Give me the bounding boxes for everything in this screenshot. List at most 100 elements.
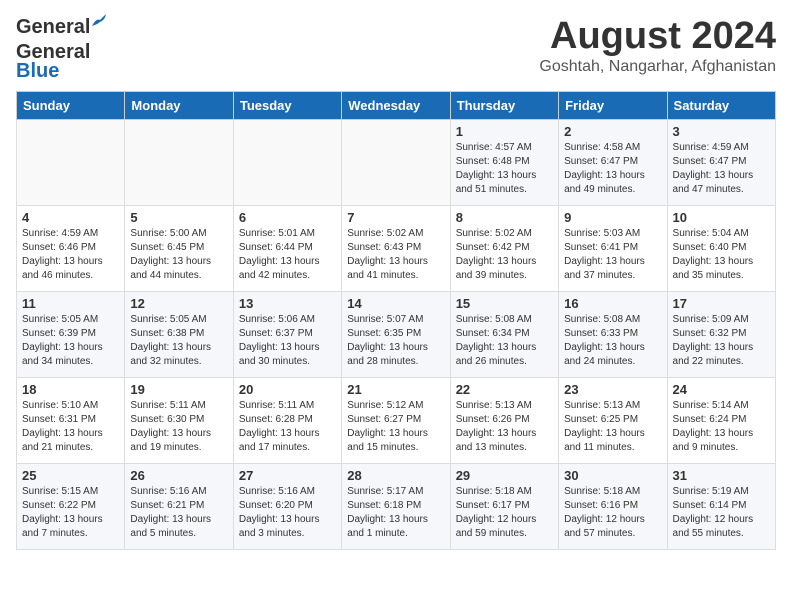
calendar-cell: 17 Sunrise: 5:09 AM Sunset: 6:32 PM Dayli… [667,292,775,378]
calendar-cell: 29 Sunrise: 5:18 AM Sunset: 6:17 PM Dayli… [450,464,558,550]
day-number: 19 [130,382,227,397]
calendar-week-row: 4 Sunrise: 4:59 AM Sunset: 6:46 PM Daylig… [17,206,776,292]
calendar-cell: 24 Sunrise: 5:14 AM Sunset: 6:24 PM Dayli… [667,378,775,464]
day-number: 9 [564,210,661,225]
calendar-cell: 11 Sunrise: 5:05 AM Sunset: 6:39 PM Dayli… [17,292,125,378]
day-info: Sunrise: 5:10 AM Sunset: 6:31 PM Dayligh… [22,399,119,455]
day-number: 2 [564,124,661,139]
day-header: Thursday [450,92,558,120]
calendar-cell: 21 Sunrise: 5:12 AM Sunset: 6:27 PM Dayli… [342,378,450,464]
day-info: Sunrise: 4:59 AM Sunset: 6:47 PM Dayligh… [673,141,770,197]
day-number: 15 [456,296,553,311]
day-number: 16 [564,296,661,311]
calendar-cell: 8 Sunrise: 5:02 AM Sunset: 6:42 PM Daylig… [450,206,558,292]
title-area: August 2024 Goshtah, Nangarhar, Afghanis… [539,16,776,76]
day-info: Sunrise: 5:16 AM Sunset: 6:20 PM Dayligh… [239,485,336,541]
calendar-week-row: 1 Sunrise: 4:57 AM Sunset: 6:48 PM Daylig… [17,120,776,206]
calendar-cell: 4 Sunrise: 4:59 AM Sunset: 6:46 PM Daylig… [17,206,125,292]
day-header: Wednesday [342,92,450,120]
day-number: 22 [456,382,553,397]
day-number: 23 [564,382,661,397]
calendar-cell: 2 Sunrise: 4:58 AM Sunset: 6:47 PM Daylig… [559,120,667,206]
day-number: 21 [347,382,444,397]
day-number: 13 [239,296,336,311]
calendar-cell: 18 Sunrise: 5:10 AM Sunset: 6:31 PM Dayli… [17,378,125,464]
calendar-cell: 23 Sunrise: 5:13 AM Sunset: 6:25 PM Dayli… [559,378,667,464]
day-header: Tuesday [233,92,341,120]
calendar-cell: 12Sunrise: 5:05 AM Sunset: 6:38 PM Dayli… [125,292,233,378]
day-info: Sunrise: 5:13 AM Sunset: 6:25 PM Dayligh… [564,399,661,455]
calendar-cell: 14 Sunrise: 5:07 AM Sunset: 6:35 PM Dayli… [342,292,450,378]
day-info: Sunrise: 5:01 AM Sunset: 6:44 PM Dayligh… [239,227,336,283]
day-info: Sunrise: 5:00 AM Sunset: 6:45 PM Dayligh… [130,227,227,283]
day-info: Sunrise: 5:08 AM Sunset: 6:34 PM Dayligh… [456,313,553,369]
day-number: 11 [22,296,119,311]
day-number: 17 [673,296,770,311]
day-number: 27 [239,468,336,483]
day-number: 28 [347,468,444,483]
logo-bird-icon [90,12,108,30]
day-info: Sunrise: 5:14 AM Sunset: 6:24 PM Dayligh… [673,399,770,455]
day-number: 25 [22,468,119,483]
calendar-cell: 10Sunrise: 5:04 AM Sunset: 6:40 PM Dayli… [667,206,775,292]
day-number: 6 [239,210,336,225]
calendar-cell: 30 Sunrise: 5:18 AM Sunset: 6:16 PM Dayli… [559,464,667,550]
calendar-cell: 20 Sunrise: 5:11 AM Sunset: 6:28 PM Dayli… [233,378,341,464]
day-info: Sunrise: 5:05 AM Sunset: 6:39 PM Dayligh… [22,313,119,369]
day-info: Sunrise: 5:02 AM Sunset: 6:43 PM Dayligh… [347,227,444,283]
day-number: 7 [347,210,444,225]
calendar-week-row: 11 Sunrise: 5:05 AM Sunset: 6:39 PM Dayli… [17,292,776,378]
day-info: Sunrise: 5:08 AM Sunset: 6:33 PM Dayligh… [564,313,661,369]
day-number: 24 [673,382,770,397]
day-number: 3 [673,124,770,139]
day-number: 5 [130,210,227,225]
day-info: Sunrise: 5:11 AM Sunset: 6:28 PM Dayligh… [239,399,336,455]
calendar-week-row: 25 Sunrise: 5:15 AM Sunset: 6:22 PM Dayli… [17,464,776,550]
calendar-cell [125,120,233,206]
calendar-week-row: 18 Sunrise: 5:10 AM Sunset: 6:31 PM Dayli… [17,378,776,464]
calendar-cell: 5 Sunrise: 5:00 AM Sunset: 6:45 PM Daylig… [125,206,233,292]
day-number: 1 [456,124,553,139]
day-header: Saturday [667,92,775,120]
day-info: Sunrise: 5:09 AM Sunset: 6:32 PM Dayligh… [673,313,770,369]
day-number: 30 [564,468,661,483]
day-header: Sunday [17,92,125,120]
calendar-cell: 9Sunrise: 5:03 AM Sunset: 6:41 PM Daylig… [559,206,667,292]
day-number: 18 [22,382,119,397]
day-info: Sunrise: 5:15 AM Sunset: 6:22 PM Dayligh… [22,485,119,541]
calendar-cell: 31 Sunrise: 5:19 AM Sunset: 6:14 PM Dayli… [667,464,775,550]
day-number: 31 [673,468,770,483]
calendar-table: SundayMondayTuesdayWednesdayThursdayFrid… [16,91,776,550]
logo-blue-text: Blue [16,60,59,82]
calendar-cell [233,120,341,206]
day-info: Sunrise: 5:18 AM Sunset: 6:16 PM Dayligh… [564,485,661,541]
calendar-header-row: SundayMondayTuesdayWednesdayThursdayFrid… [17,92,776,120]
day-number: 8 [456,210,553,225]
day-number: 20 [239,382,336,397]
day-info: Sunrise: 5:12 AM Sunset: 6:27 PM Dayligh… [347,399,444,455]
calendar-cell [342,120,450,206]
calendar-cell: 19 Sunrise: 5:11 AM Sunset: 6:30 PM Dayli… [125,378,233,464]
calendar-cell: 22Sunrise: 5:13 AM Sunset: 6:26 PM Dayli… [450,378,558,464]
day-number: 14 [347,296,444,311]
day-info: Sunrise: 5:19 AM Sunset: 6:14 PM Dayligh… [673,485,770,541]
day-number: 4 [22,210,119,225]
calendar-cell: 28Sunrise: 5:17 AM Sunset: 6:18 PM Dayli… [342,464,450,550]
day-info: Sunrise: 5:07 AM Sunset: 6:35 PM Dayligh… [347,313,444,369]
day-info: Sunrise: 5:11 AM Sunset: 6:30 PM Dayligh… [130,399,227,455]
location: Goshtah, Nangarhar, Afghanistan [539,58,776,76]
day-number: 29 [456,468,553,483]
day-info: Sunrise: 5:18 AM Sunset: 6:17 PM Dayligh… [456,485,553,541]
month-title: August 2024 [539,16,776,58]
day-info: Sunrise: 4:57 AM Sunset: 6:48 PM Dayligh… [456,141,553,197]
day-header: Monday [125,92,233,120]
day-number: 10 [673,210,770,225]
calendar-cell [17,120,125,206]
logo-general: General [16,16,90,38]
calendar-cell: 1 Sunrise: 4:57 AM Sunset: 6:48 PM Daylig… [450,120,558,206]
day-info: Sunrise: 4:59 AM Sunset: 6:46 PM Dayligh… [22,227,119,283]
day-info: Sunrise: 5:02 AM Sunset: 6:42 PM Dayligh… [456,227,553,283]
calendar-body: 1 Sunrise: 4:57 AM Sunset: 6:48 PM Daylig… [17,120,776,550]
day-info: Sunrise: 5:06 AM Sunset: 6:37 PM Dayligh… [239,313,336,369]
day-info: Sunrise: 4:58 AM Sunset: 6:47 PM Dayligh… [564,141,661,197]
